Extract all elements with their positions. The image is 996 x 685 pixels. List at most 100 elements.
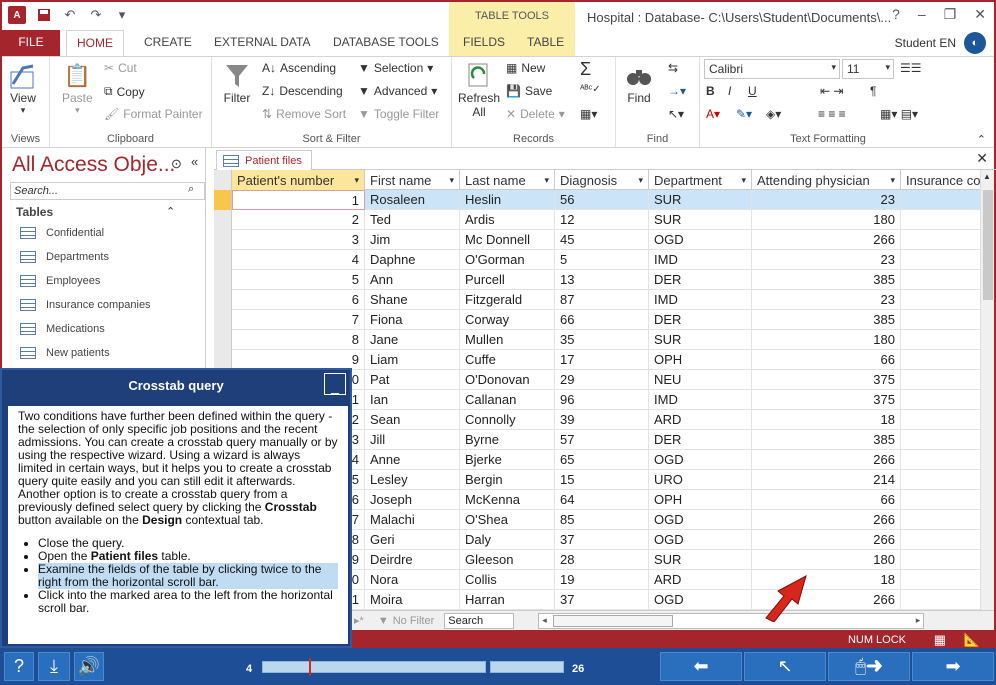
table-cell[interactable]: Harran bbox=[460, 590, 555, 610]
table-cell[interactable]: 8 bbox=[232, 330, 365, 350]
table-cell[interactable] bbox=[901, 290, 980, 310]
scroll-left-icon[interactable]: ◂ bbox=[542, 615, 547, 626]
nav-item-insurance-companies[interactable]: Insurance companies bbox=[20, 295, 151, 315]
record-selector[interactable] bbox=[214, 190, 232, 210]
table-cell[interactable]: SUR bbox=[649, 330, 752, 350]
redo-icon[interactable]: ↷ bbox=[88, 7, 104, 23]
save-record-button[interactable]: 💾 Save bbox=[506, 84, 552, 98]
nav-item-employees[interactable]: Employees bbox=[20, 271, 100, 291]
customize-qat-icon[interactable]: ▾ bbox=[114, 7, 130, 23]
table-cell[interactable]: 4 bbox=[232, 250, 365, 270]
fill-color-button[interactable]: ◈▾ bbox=[766, 107, 781, 121]
italic-button[interactable]: I bbox=[728, 84, 731, 98]
table-cell[interactable]: 13 bbox=[555, 270, 649, 290]
more-records-button[interactable]: ▦▾ bbox=[580, 107, 597, 121]
font-name-combo[interactable]: Calibri ▾ bbox=[704, 59, 840, 79]
record-selector[interactable] bbox=[214, 310, 232, 330]
table-cell[interactable]: IMD bbox=[649, 390, 752, 410]
record-search-input[interactable]: Search bbox=[444, 612, 515, 629]
table-cell[interactable]: O'Gorman bbox=[460, 250, 555, 270]
tab-home[interactable]: HOME bbox=[66, 30, 124, 57]
sound-icon[interactable]: 🔊 bbox=[74, 652, 104, 681]
table-cell[interactable]: 375 bbox=[752, 370, 901, 390]
table-cell[interactable]: Corway bbox=[460, 310, 555, 330]
back-arrow-icon[interactable]: ⬅ bbox=[660, 652, 742, 681]
selection-button[interactable]: ▼ Selection ▾ bbox=[358, 61, 433, 75]
table-cell[interactable]: DER bbox=[649, 430, 752, 450]
table-cell[interactable]: ARD bbox=[649, 410, 752, 430]
format-painter-button[interactable]: 🖌 Format Painter bbox=[104, 107, 203, 121]
copy-button[interactable]: ⧉ Copy bbox=[104, 84, 145, 99]
table-cell[interactable]: Jill bbox=[365, 430, 460, 450]
nav-section-tables[interactable]: Tables bbox=[16, 205, 53, 219]
record-selector[interactable] bbox=[214, 350, 232, 370]
shutter-bar-icon[interactable]: « bbox=[191, 154, 198, 169]
table-cell[interactable]: 45 bbox=[555, 230, 649, 250]
table-cell[interactable] bbox=[901, 550, 980, 570]
table-cell[interactable]: Moira bbox=[365, 590, 460, 610]
record-selector[interactable] bbox=[214, 330, 232, 350]
table-cell[interactable]: SUR bbox=[649, 550, 752, 570]
table-cell[interactable]: 266 bbox=[752, 510, 901, 530]
collapse-ribbon-icon[interactable]: ⌃ bbox=[977, 133, 986, 146]
table-row[interactable]: 9 Liam Cuffe 17 OPH 66 bbox=[214, 350, 980, 370]
table-cell[interactable]: Deirdre bbox=[365, 550, 460, 570]
table-cell[interactable]: 56 bbox=[555, 190, 649, 210]
table-cell[interactable]: 18 bbox=[752, 410, 901, 430]
column-header[interactable]: Department ▾ bbox=[649, 170, 752, 190]
pointer-hint-icon[interactable]: ↖ bbox=[744, 652, 826, 681]
table-cell[interactable]: 85 bbox=[555, 510, 649, 530]
sort-dropdown-icon[interactable]: ▾ bbox=[354, 175, 359, 186]
table-cell[interactable]: Mullen bbox=[460, 330, 555, 350]
table-cell[interactable]: Bjerke bbox=[460, 450, 555, 470]
table-cell[interactable]: Daphne bbox=[365, 250, 460, 270]
table-cell[interactable] bbox=[901, 390, 980, 410]
scroll-up-icon[interactable]: ▲ bbox=[983, 172, 991, 181]
table-cell[interactable] bbox=[901, 350, 980, 370]
ascending-button[interactable]: A↓ Ascending bbox=[262, 61, 336, 75]
table-cell[interactable]: DER bbox=[649, 310, 752, 330]
record-selector[interactable] bbox=[214, 270, 232, 290]
help-button[interactable]: ? bbox=[892, 6, 900, 23]
table-cell[interactable] bbox=[901, 270, 980, 290]
tab-create[interactable]: CREATE bbox=[134, 30, 202, 56]
next-new-record-icon[interactable]: ▸* bbox=[354, 614, 364, 627]
nav-item-departments[interactable]: Departments bbox=[20, 247, 109, 267]
goto-button[interactable]: →▾ bbox=[668, 84, 686, 98]
table-cell[interactable]: 96 bbox=[555, 390, 649, 410]
table-cell[interactable]: 385 bbox=[752, 270, 901, 290]
table-cell[interactable]: 66 bbox=[752, 490, 901, 510]
table-row[interactable]: 5 Ann Purcell 13 DER 385 bbox=[214, 270, 980, 290]
record-selector[interactable] bbox=[214, 250, 232, 270]
table-row[interactable]: 6 Shane Fitzgerald 87 IMD 23 bbox=[214, 290, 980, 310]
table-cell[interactable]: 6 bbox=[232, 290, 365, 310]
table-cell[interactable]: Gleeson bbox=[460, 550, 555, 570]
table-cell[interactable]: 23 bbox=[752, 290, 901, 310]
table-cell[interactable]: 2 bbox=[232, 210, 365, 230]
table-cell[interactable]: 180 bbox=[752, 210, 901, 230]
table-cell[interactable]: 1 bbox=[232, 190, 365, 210]
record-selector[interactable] bbox=[214, 210, 232, 230]
find-button[interactable]: Find bbox=[624, 61, 654, 105]
table-row[interactable]: 8 Jane Mullen 35 SUR 180 bbox=[214, 330, 980, 350]
column-header[interactable]: Patient's number ▾ bbox=[232, 170, 365, 190]
select-all-corner[interactable] bbox=[214, 170, 232, 190]
view-button[interactable]: View ▾ bbox=[8, 61, 38, 116]
delete-record-button[interactable]: ✕ Delete ▾ bbox=[506, 107, 565, 121]
scroll-thumb[interactable] bbox=[983, 190, 993, 300]
table-cell[interactable]: Purcell bbox=[460, 270, 555, 290]
undo-icon[interactable]: ↶ bbox=[62, 7, 78, 23]
table-cell[interactable]: 9 bbox=[232, 350, 365, 370]
table-cell[interactable]: ARD bbox=[649, 570, 752, 590]
table-cell[interactable]: 385 bbox=[752, 430, 901, 450]
table-cell[interactable]: IMD bbox=[649, 250, 752, 270]
table-cell[interactable]: NEU bbox=[649, 370, 752, 390]
save-icon[interactable] bbox=[36, 7, 52, 23]
table-cell[interactable] bbox=[901, 470, 980, 490]
table-cell[interactable]: 12 bbox=[555, 210, 649, 230]
nav-item-confidential[interactable]: Confidential bbox=[20, 223, 104, 243]
horizontal-scroll-thumb[interactable] bbox=[553, 614, 674, 627]
vertical-scrollbar[interactable]: ▲ bbox=[980, 170, 994, 610]
highlight-button[interactable]: ✎▾ bbox=[736, 107, 752, 121]
table-cell[interactable]: McKenna bbox=[460, 490, 555, 510]
